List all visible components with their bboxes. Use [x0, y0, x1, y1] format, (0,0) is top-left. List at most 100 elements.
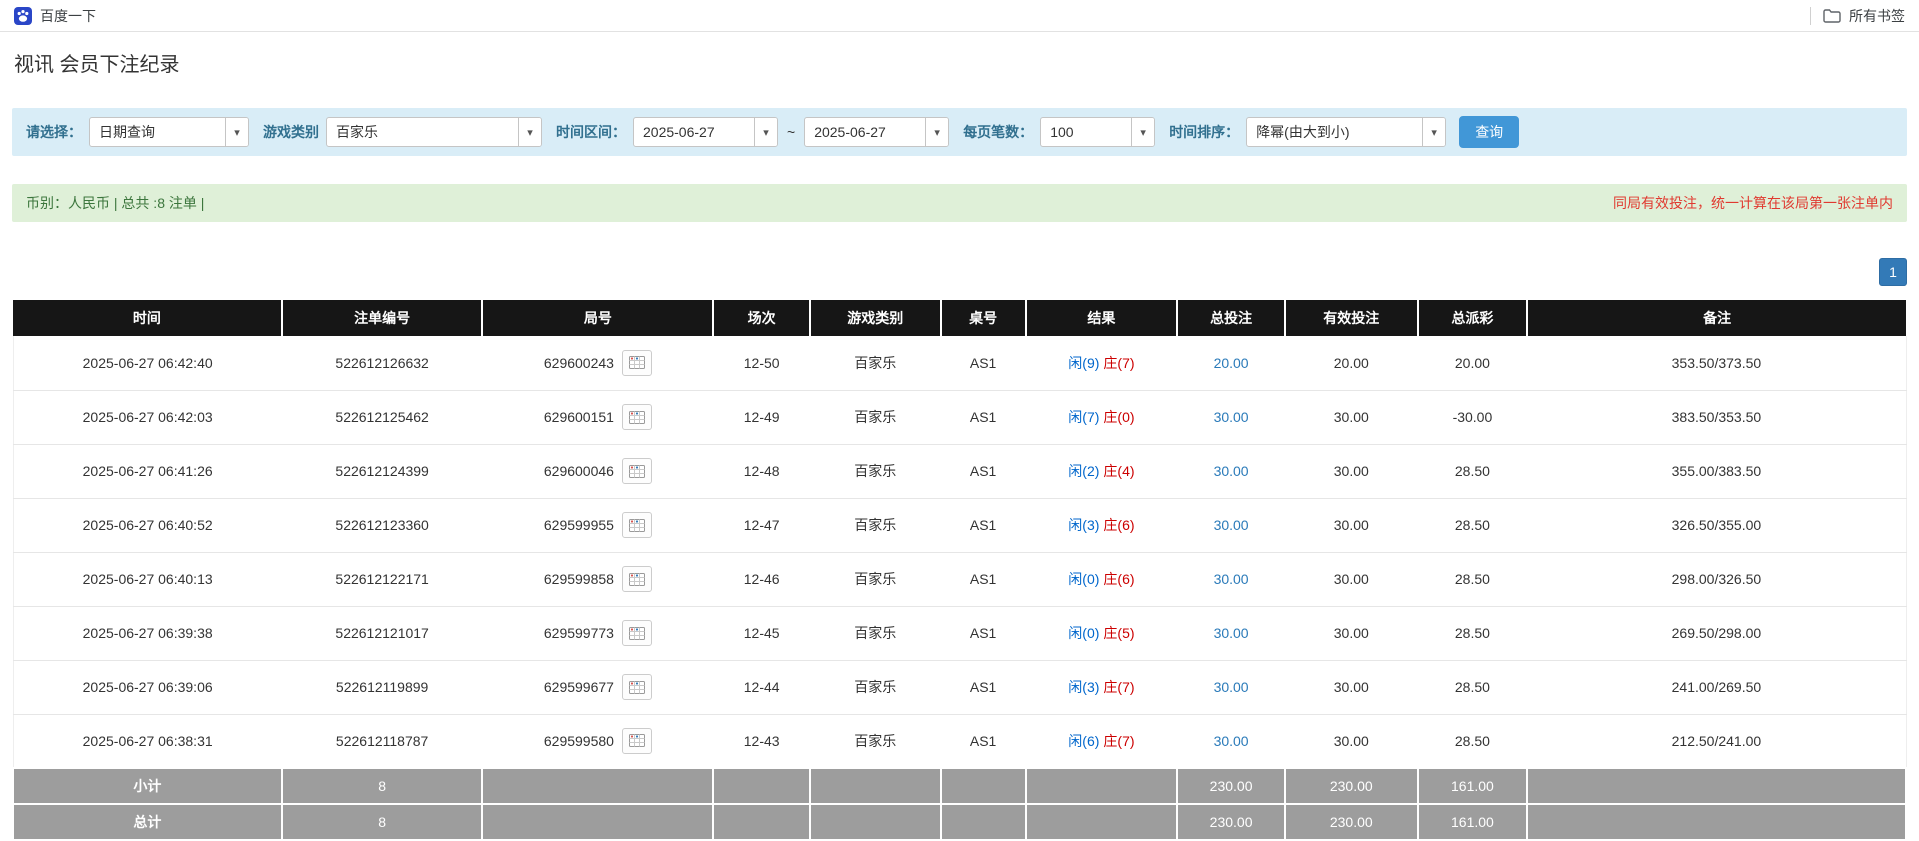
- cell-total-bet: 20.00: [1177, 336, 1286, 391]
- cell-bet-id: 522612126632: [281, 336, 483, 391]
- table-row: 2025-06-27 06:41:26 522612124399 6296000…: [12, 444, 1907, 499]
- date-from-value: 2025-06-27: [643, 124, 715, 140]
- cell-note: 355.00/383.50: [1527, 444, 1907, 499]
- notice-text: 同局有效投注，统一计算在该局第一张注单内: [1613, 195, 1893, 211]
- footer-empty-cell: [712, 803, 811, 841]
- cell-payout: 20.00: [1417, 336, 1528, 391]
- cell-note: 326.50/355.00: [1527, 498, 1907, 553]
- footer-empty-cell: [1024, 767, 1179, 805]
- roadmap-icon-button[interactable]: [621, 674, 652, 700]
- cell-total-bet: 30.00: [1177, 552, 1286, 607]
- roadmap-icon-button[interactable]: [621, 458, 652, 484]
- col-header-table-no: 桌号: [939, 300, 1026, 336]
- chevron-down-icon[interactable]: ▾: [754, 118, 777, 146]
- chevron-down-icon[interactable]: ▾: [1422, 118, 1446, 146]
- total-bet-link[interactable]: 30.00: [1214, 517, 1249, 533]
- currency-total-text: 币别：人民币 | 总共 :8 注单 |: [26, 195, 205, 211]
- cell-time: 2025-06-27 06:42:40: [12, 336, 282, 391]
- footer-empty-cell: [939, 767, 1027, 805]
- footer-empty-cell: [1526, 767, 1907, 805]
- cell-total-bet: 30.00: [1177, 498, 1286, 553]
- chevron-down-icon[interactable]: ▾: [1131, 118, 1155, 146]
- roadmap-icon-button[interactable]: [621, 512, 652, 538]
- cell-result: 闲(3) 庄(6): [1025, 498, 1178, 553]
- round-id-text: 629600243: [543, 354, 614, 371]
- game-type-combobox[interactable]: 百家乐 ▾: [326, 117, 542, 147]
- chevron-down-icon[interactable]: ▾: [518, 118, 541, 146]
- cell-round-id: 629600151: [482, 390, 714, 445]
- round-id-text: 629599955: [543, 517, 614, 533]
- cell-result: 闲(0) 庄(6): [1025, 552, 1178, 607]
- cell-round-id: 629599955: [482, 498, 714, 553]
- total-bet-link[interactable]: 30.00: [1214, 625, 1249, 641]
- bookmark-baidu[interactable]: 百度一下: [14, 6, 96, 26]
- col-header-note: 备注: [1526, 300, 1906, 336]
- chevron-down-icon[interactable]: ▾: [925, 118, 949, 146]
- sort-combobox[interactable]: 降幂(由大到小) ▾: [1246, 117, 1447, 147]
- total-bet-link[interactable]: 30.00: [1214, 679, 1249, 695]
- table-body: 2025-06-27 06:42:40 522612126632 6296002…: [12, 336, 1907, 769]
- pagination: 1: [12, 258, 1907, 286]
- roadmap-icon-button[interactable]: [621, 566, 652, 592]
- page-1-button[interactable]: 1: [1879, 258, 1907, 286]
- roadmap-icon-button[interactable]: [621, 404, 652, 430]
- result-player: 闲(7): [1068, 409, 1100, 425]
- result-player: 闲(2): [1068, 463, 1100, 479]
- round-id-text: 629600046: [543, 463, 614, 479]
- cell-session: 12-49: [713, 390, 810, 445]
- col-header-bet-id: 注单编号: [280, 300, 483, 336]
- sort-label: 时间排序：: [1169, 124, 1240, 140]
- cell-valid-bet: 30.00: [1285, 552, 1418, 607]
- total-bet-link[interactable]: 30.00: [1214, 571, 1249, 587]
- result-player: 闲(3): [1068, 679, 1100, 695]
- roadmap-icon-button[interactable]: [621, 620, 652, 646]
- total-bet-link[interactable]: 30.00: [1214, 409, 1249, 425]
- table-row: 2025-06-27 06:39:06 522612119899 6295996…: [12, 660, 1907, 715]
- cell-valid-bet: 30.00: [1285, 444, 1418, 499]
- round-id-text: 629600151: [543, 409, 614, 425]
- cell-total-bet: 30.00: [1177, 606, 1286, 661]
- cell-round-id: 629600046: [482, 444, 714, 499]
- page-size-combobox[interactable]: 100 ▾: [1040, 117, 1156, 147]
- all-bookmarks-label: 所有书签: [1849, 7, 1905, 24]
- col-header-game-type: 游戏类别: [808, 300, 941, 336]
- total-bet-link[interactable]: 30.00: [1214, 463, 1249, 479]
- cell-payout: 28.50: [1417, 714, 1528, 769]
- cell-table-no: AS1: [940, 444, 1026, 499]
- table-row: 2025-06-27 06:40:13 522612122171 6295998…: [12, 552, 1907, 607]
- total-bet-link[interactable]: 20.00: [1214, 355, 1249, 371]
- cell-result: 闲(6) 庄(7): [1025, 714, 1178, 769]
- cell-payout: 28.50: [1417, 498, 1528, 553]
- result-banker: 庄(0): [1103, 409, 1135, 425]
- date-range-separator: ~: [787, 124, 796, 140]
- chevron-down-icon[interactable]: ▾: [225, 118, 248, 146]
- all-bookmarks-button[interactable]: 所有书签: [1823, 6, 1905, 26]
- result-player: 闲(6): [1068, 732, 1100, 749]
- result-banker: 庄(7): [1103, 679, 1135, 695]
- col-header-round-id: 局号: [481, 300, 714, 336]
- result-banker: 庄(4): [1103, 463, 1135, 479]
- result-player: 闲(3): [1068, 517, 1100, 533]
- cell-table-no: AS1: [940, 552, 1026, 607]
- cell-valid-bet: 30.00: [1285, 390, 1418, 445]
- query-type-combobox[interactable]: 日期查询 ▾: [89, 117, 249, 147]
- roadmap-icon-button[interactable]: [621, 349, 652, 376]
- cell-time: 2025-06-27 06:39:06: [12, 660, 282, 715]
- query-type-value: 日期查询: [99, 124, 155, 140]
- subtotal-payout: 161.00: [1416, 767, 1529, 805]
- date-range-label: 时间区间：: [556, 124, 626, 140]
- table-row: 2025-06-27 06:38:31 522612118787 6295995…: [12, 714, 1907, 769]
- total-bet-link[interactable]: 30.00: [1214, 733, 1249, 749]
- cell-game-type: 百家乐: [809, 552, 941, 607]
- search-button[interactable]: 查询: [1459, 116, 1520, 148]
- subtotal-total-bet: 230.00: [1176, 767, 1287, 805]
- cell-total-bet: 30.00: [1177, 444, 1286, 499]
- table-row: 2025-06-27 06:42:03 522612125462 6296001…: [12, 390, 1907, 445]
- date-to-picker[interactable]: 2025-06-27 ▾: [804, 117, 950, 147]
- result-banker: 庄(6): [1103, 517, 1135, 533]
- cell-round-id: 629599858: [482, 552, 714, 607]
- cell-round-id: 629599677: [482, 660, 714, 715]
- roadmap-icon-button[interactable]: [621, 727, 652, 754]
- date-from-picker[interactable]: 2025-06-27 ▾: [633, 117, 778, 147]
- bookmarks-bar: 百度一下 所有书签: [0, 0, 1919, 32]
